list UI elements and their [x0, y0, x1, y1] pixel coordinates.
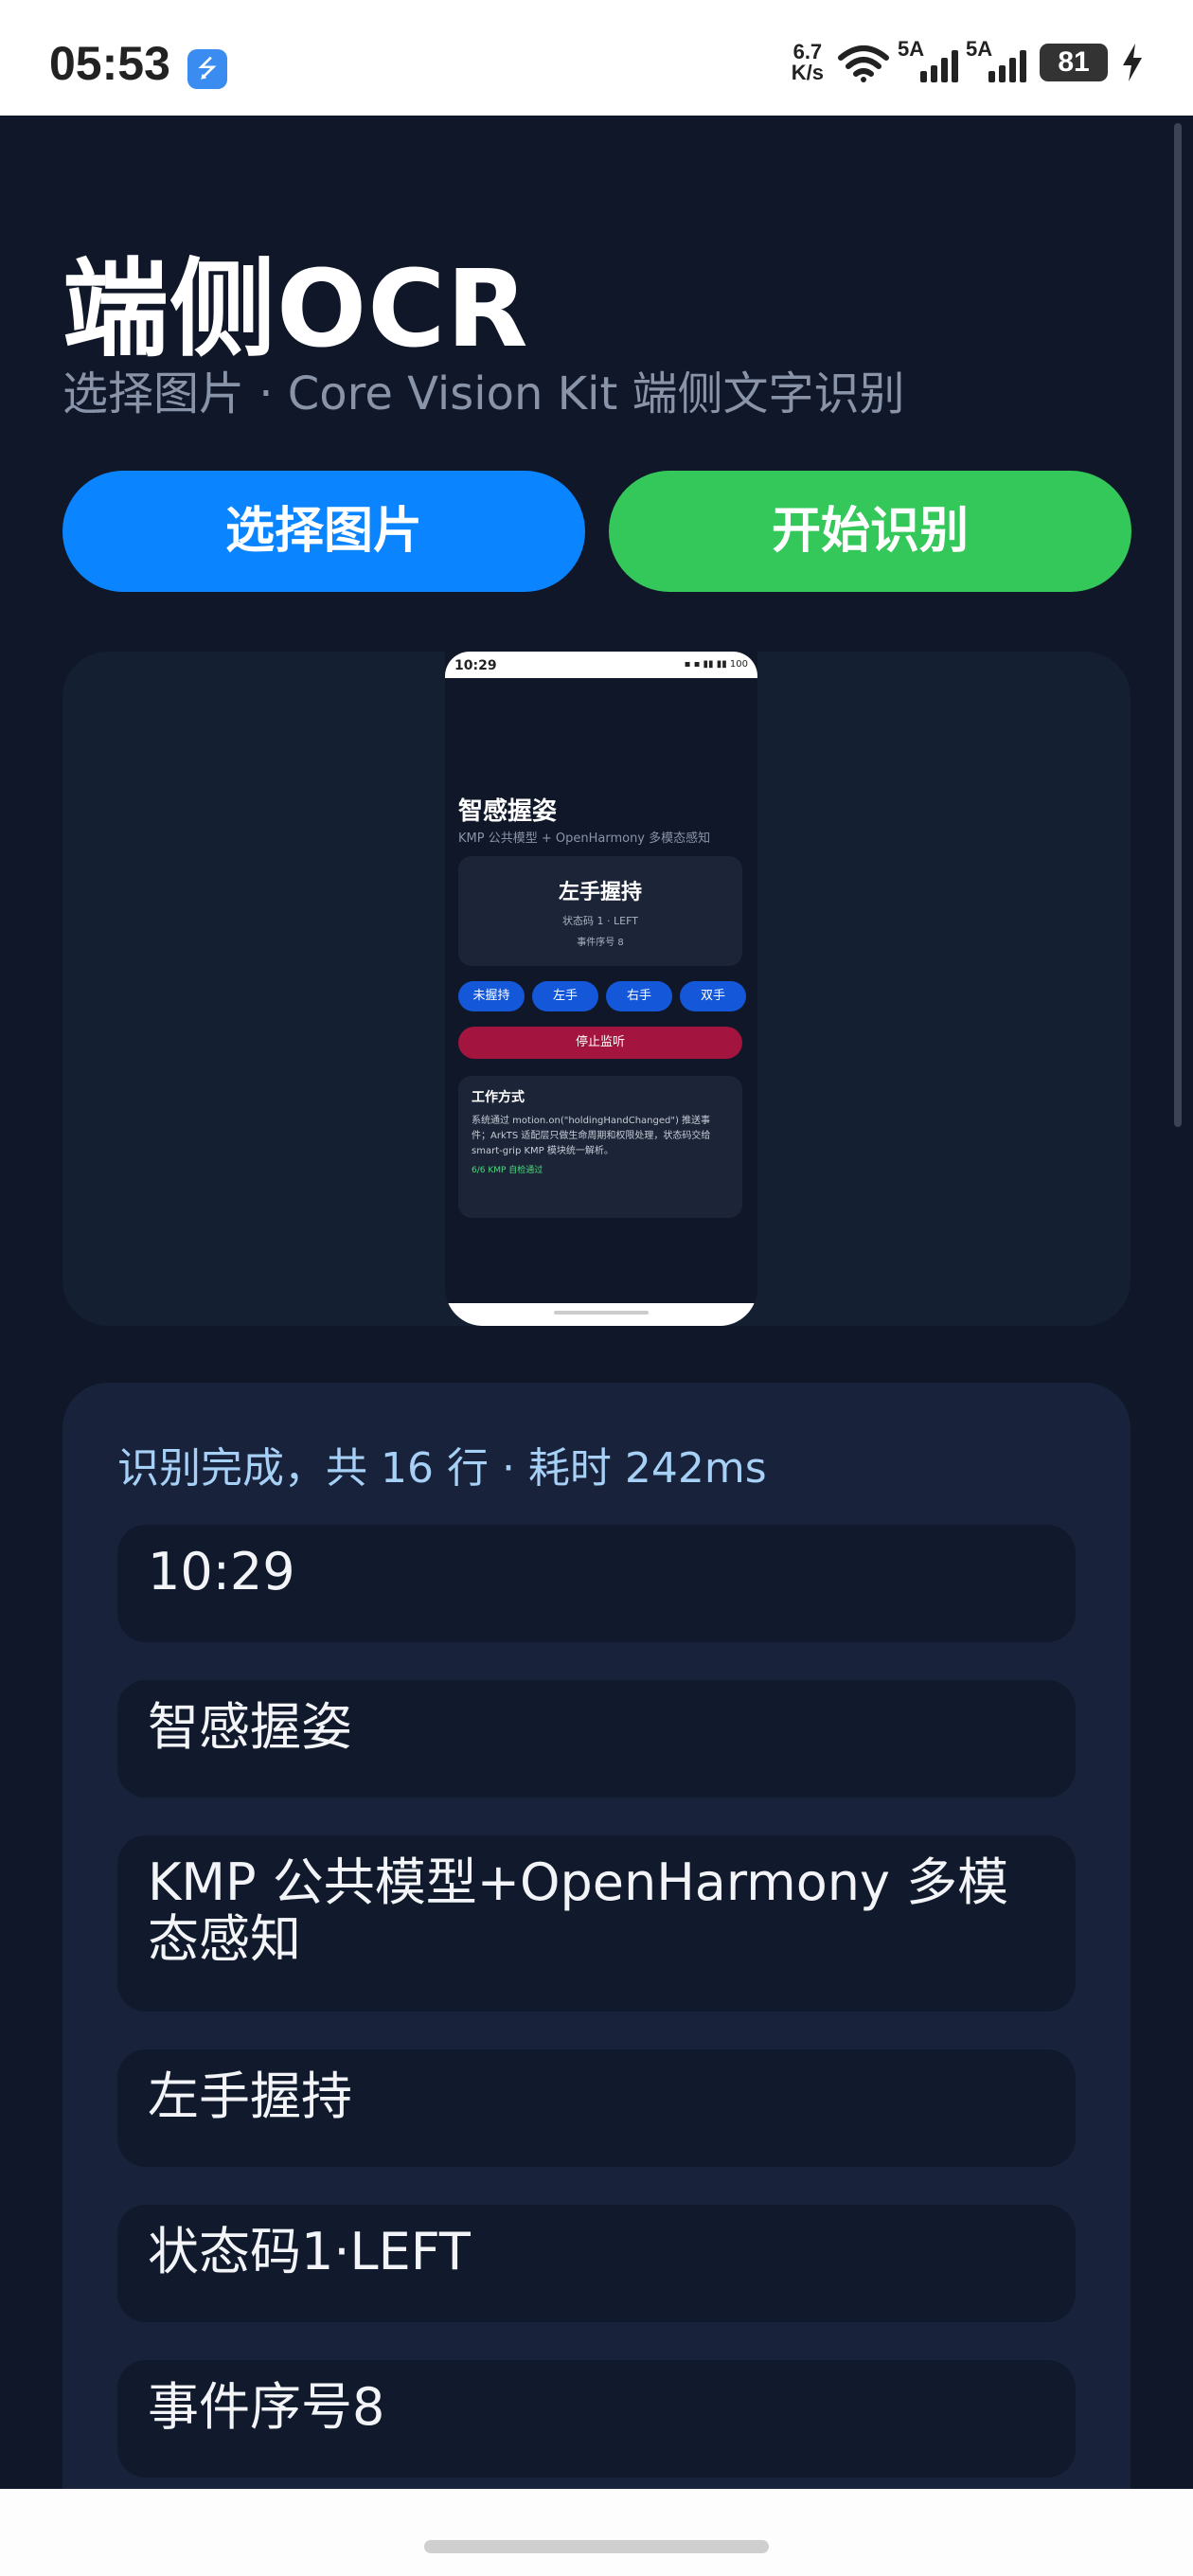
status-icons: 6.7 K/s 5A 5A 81	[791, 37, 1144, 84]
wifi-icon	[838, 45, 889, 82]
battery-icon: 81	[1040, 44, 1108, 81]
net-speed: 6.7 K/s	[791, 40, 824, 84]
status-time: 05:53	[49, 37, 170, 90]
page-subtitle: 选择图片 · Core Vision Kit 端侧文字识别	[62, 367, 905, 420]
preview-subtitle: KMP 公共模型 + OpenHarmony 多模态感知	[458, 832, 711, 846]
status-bar: 05:53 ⭍ 6.7 K/s 5A 5A 81	[0, 0, 1193, 116]
charging-icon	[1123, 44, 1142, 81]
home-indicator[interactable]	[424, 2540, 769, 2553]
preview-screenshot: 10:29 ▪ ▪ ▮▮ ▮▮ 100 智感握姿 KMP 公共模型 + Open…	[445, 652, 757, 1326]
start-recognition-button[interactable]: 开始识别	[609, 471, 1131, 592]
preview-nav-bar	[445, 1303, 757, 1326]
ocr-line: 左手握持	[117, 2049, 1076, 2167]
preview-how-card: 工作方式 系统通过 motion.on("holdingHandChanged"…	[458, 1076, 742, 1218]
ocr-results-panel: 识别完成，共 16 行 · 耗时 242ms 10:29 智感握姿 KMP 公共…	[62, 1383, 1131, 2576]
preview-chips: 未握持 左手 右手 双手	[458, 981, 746, 1011]
image-preview: 10:29 ▪ ▪ ▮▮ ▮▮ 100 智感握姿 KMP 公共模型 + Open…	[62, 652, 1131, 1326]
preview-status-card: 左手握持 状态码 1 · LEFT 事件序号 8	[458, 856, 742, 966]
navigation-bar	[0, 2489, 1193, 2576]
signal-icon: 5A	[898, 37, 958, 82]
signal-icon: 5A	[966, 37, 1026, 82]
preview-status-bar: 10:29 ▪ ▪ ▮▮ ▮▮ 100	[445, 652, 757, 678]
ocr-summary: 识别完成，共 16 行 · 耗时 242ms	[117, 1444, 767, 1493]
ocr-line: 10:29	[117, 1525, 1076, 1642]
preview-title: 智感握姿	[458, 797, 558, 826]
ocr-line: 事件序号8	[117, 2360, 1076, 2478]
ocr-line: 智感握姿	[117, 1680, 1076, 1798]
scrollbar[interactable]	[1174, 123, 1182, 1127]
preview-stop-button: 停止监听	[458, 1027, 742, 1059]
pick-image-button[interactable]: 选择图片	[62, 471, 585, 592]
page-title: 端侧OCR	[62, 248, 529, 371]
ocr-line: 状态码1·LEFT	[117, 2205, 1076, 2322]
ocr-line: KMP 公共模型+OpenHarmony 多模态感知	[117, 1835, 1076, 2012]
usb-icon: ⭍	[187, 49, 227, 89]
